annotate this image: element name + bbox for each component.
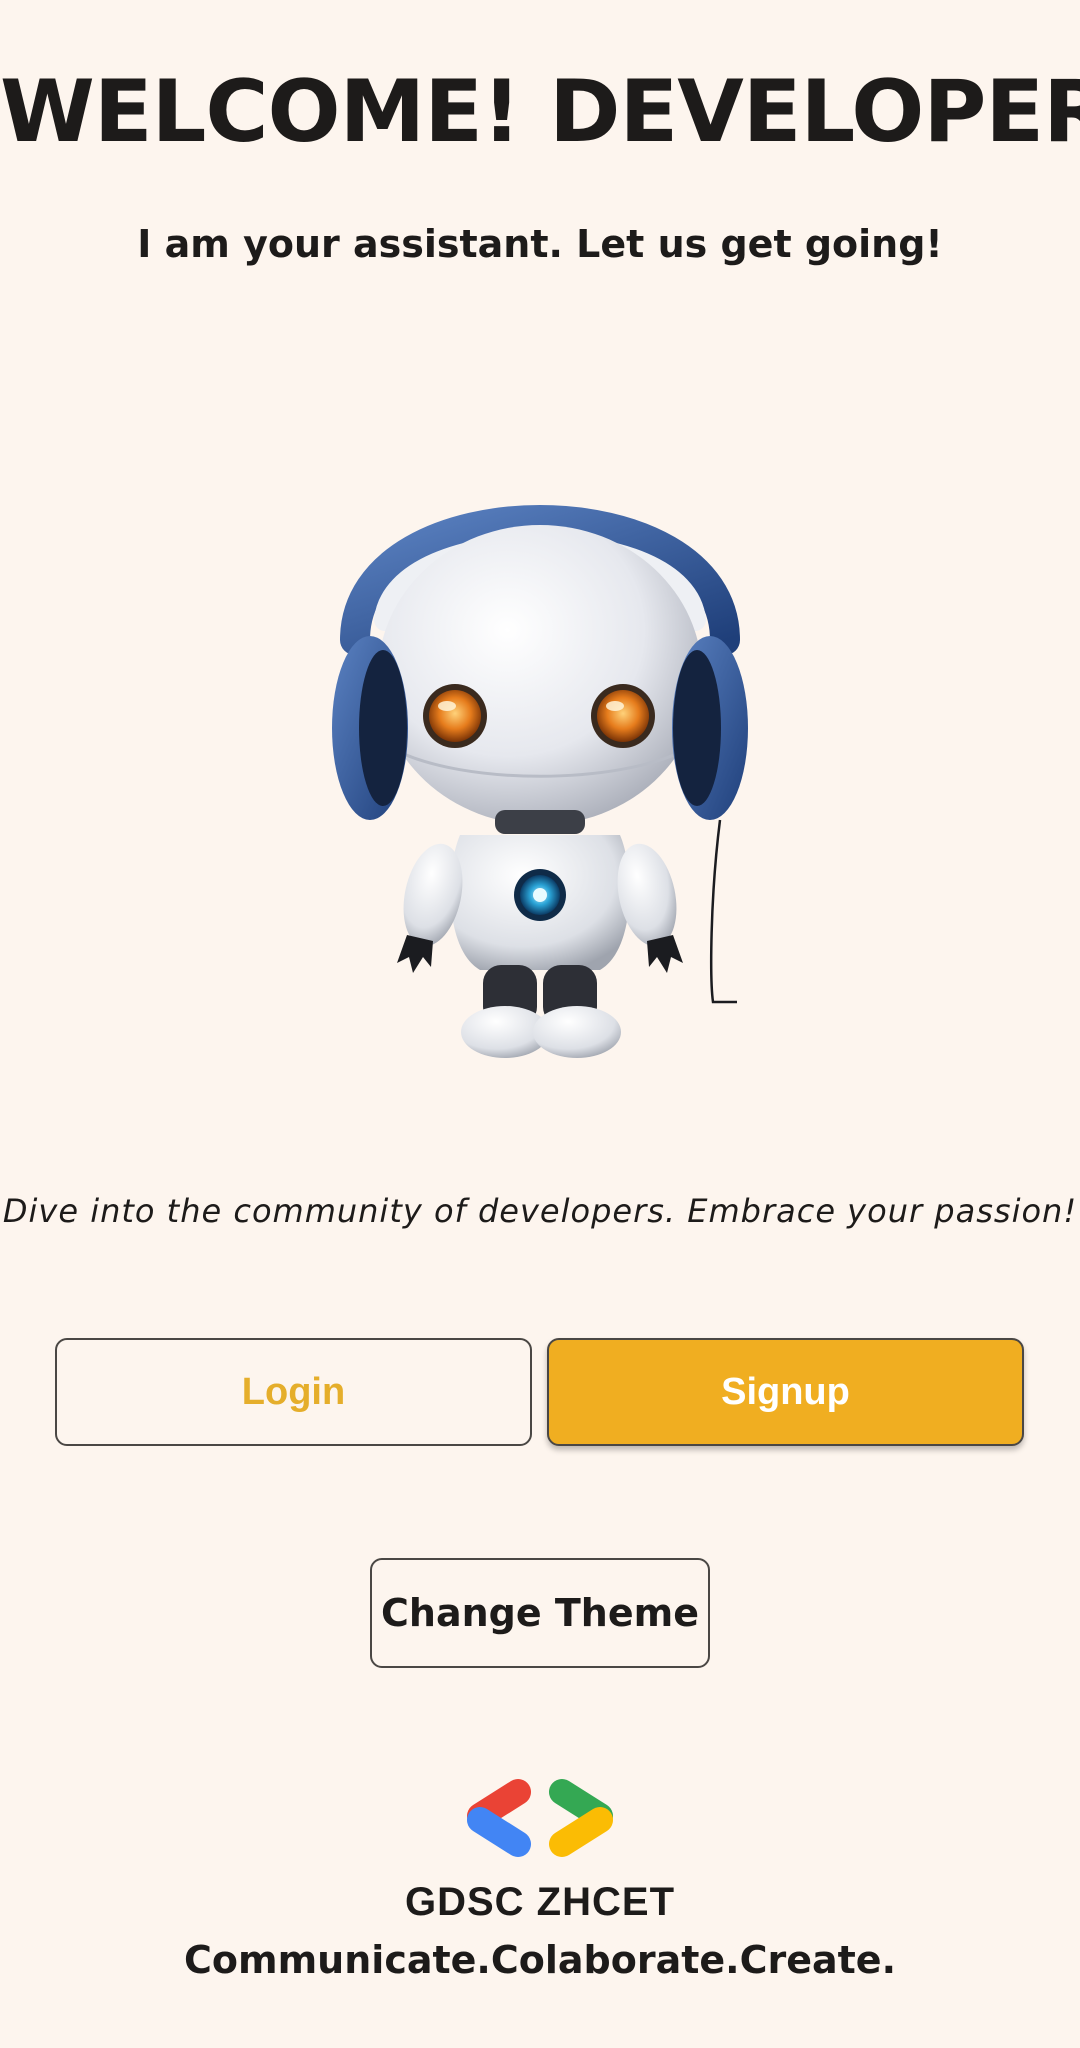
change-theme-button[interactable]: Change Theme	[370, 1558, 710, 1668]
page-subtitle: I am your assistant. Let us get going!	[137, 222, 943, 266]
login-button[interactable]: Login	[55, 1338, 532, 1446]
robot-illustration	[315, 450, 765, 1060]
page-title: WELCOME! DEVELOPER	[0, 62, 1080, 162]
robot-icon	[332, 505, 748, 1058]
org-name: GDSC ZHCET	[405, 1880, 675, 1924]
tagline: Dive into the community of developers. E…	[2, 1192, 1078, 1230]
gdsc-logo-icon	[462, 1778, 618, 1858]
org-motto: Communicate.Colaborate.Create.	[184, 1938, 896, 1982]
signup-button[interactable]: Signup	[547, 1338, 1024, 1446]
